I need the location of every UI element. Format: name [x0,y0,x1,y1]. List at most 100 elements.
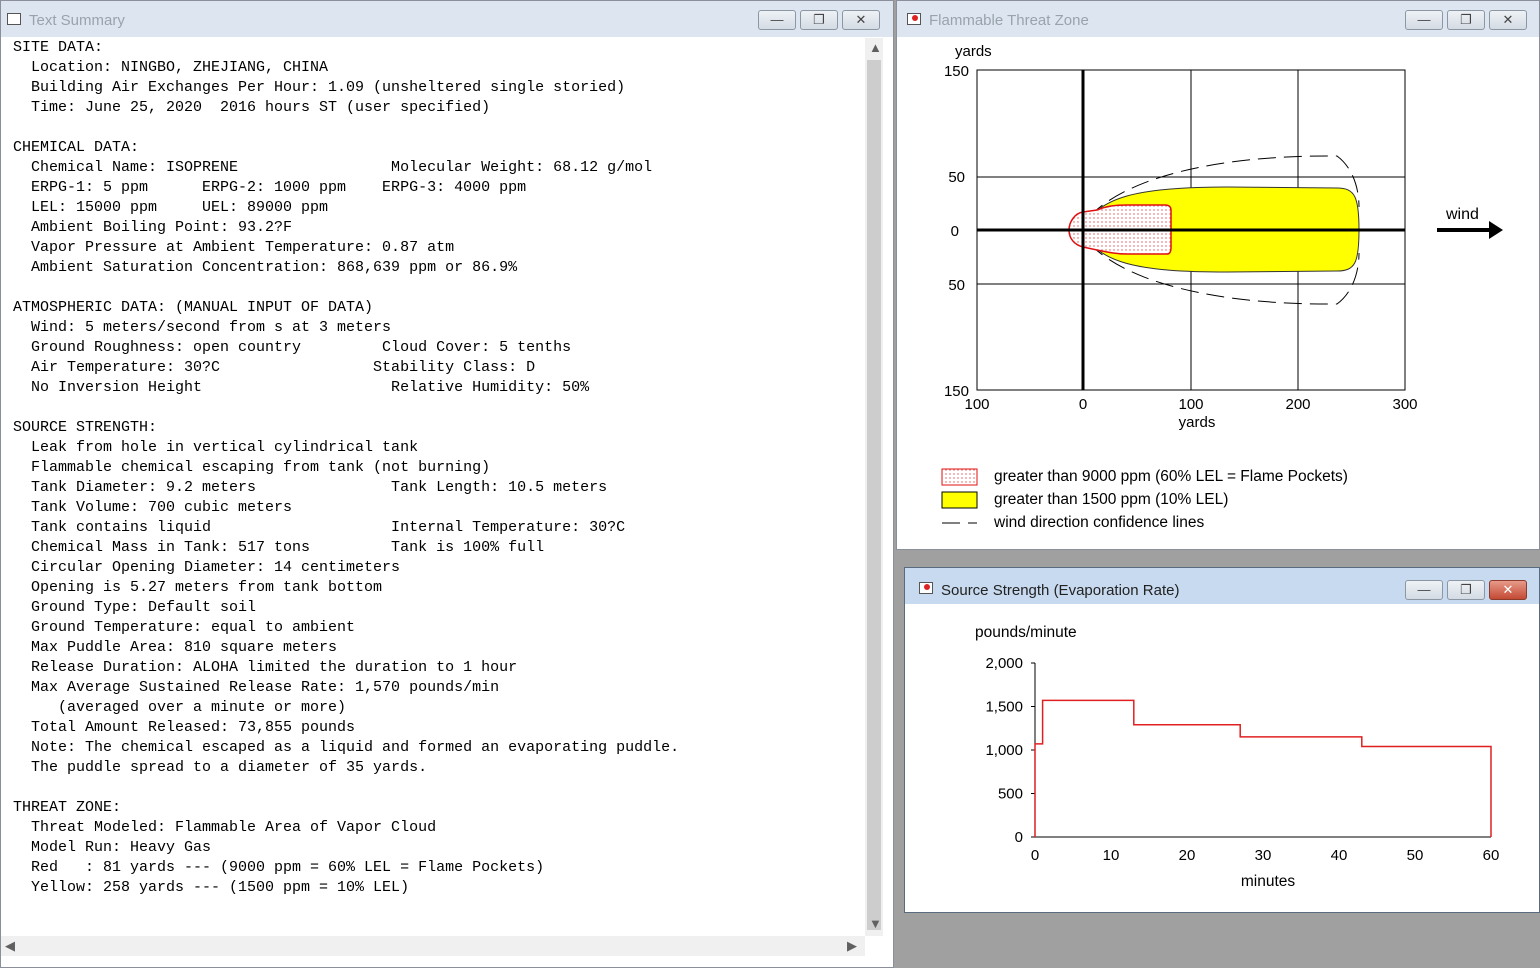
minimize-button[interactable]: — [1405,10,1443,30]
source-x-tick: 60 [1483,847,1500,864]
summary-line: Chemical Mass in Tank: 517 tons Tank is … [13,539,545,556]
summary-line: Ground Roughness: open country Cloud Cov… [13,339,572,356]
scroll-right-arrow-icon[interactable]: ▶ [847,938,857,954]
text-summary-window: Text Summary — ❐ ✕ SITE DATA: Location: … [0,0,894,968]
summary-text: SITE DATA: Location: NINGBO, ZHEJIANG, C… [13,38,679,898]
scroll-thumb[interactable] [867,60,881,930]
threat-zone-app-icon [907,13,921,25]
threat-x-ticks: 100 0 100 200 300 [964,396,1417,413]
legend-dash-label: wind direction confidence lines [993,514,1204,531]
wind-arrow-icon [1437,221,1503,239]
summary-line: Ambient Boiling Point: 93.2?F [13,219,293,236]
summary-line: LEL: 15000 ppm UEL: 89000 ppm [13,199,329,216]
legend-yellow-label: greater than 1500 ppm (10% LEL) [994,491,1228,508]
source-strength-plot: pounds/minute 2,000 1,500 1,000 500 0 0 10 20 3… [975,624,1500,890]
wind-label: wind [1445,206,1479,223]
text-summary-titlebar[interactable]: Text Summary — ❐ ✕ [1,1,893,37]
legend-red-swatch [941,468,978,486]
summary-line: Tank Volume: 700 cubic meters [13,499,293,516]
threat-y-ticks: 150 50 0 50 150 [944,63,969,400]
summary-line: Circular Opening Diameter: 14 centimeter… [13,559,401,576]
minimize-button[interactable]: — [758,10,796,30]
summary-line: Note: The chemical escaped as a liquid a… [13,739,680,756]
summary-line: Leak from hole in vertical cylindrical t… [13,439,419,456]
source-x-tick: 50 [1407,847,1424,864]
summary-line [13,778,679,798]
summary-line: Ground Temperature: equal to ambient [13,619,356,636]
source-x-tick: 20 [1179,847,1196,864]
source-x-tick: 30 [1255,847,1272,864]
summary-line: Air Temperature: 30?C Stability Class: D [13,359,536,376]
summary-line: Max Puddle Area: 810 square meters [13,639,338,656]
source-x-tick: 10 [1103,847,1120,864]
threat-y-unit: yards [955,43,992,60]
summary-line: Ground Type: Default soil [13,599,257,616]
threat-x-tick: 200 [1285,396,1310,413]
release-rate-series-line [1034,699,1492,837]
threat-x-unit: yards [1179,414,1216,431]
summary-line: ERPG-1: 5 ppm ERPG-2: 1000 ppm ERPG-3: 4… [13,179,527,196]
threat-y-tick: 50 [948,169,965,186]
source-y-tick: 1,000 [985,742,1023,759]
summary-line [13,278,679,298]
summary-line: The puddle spread to a diameter of 35 ya… [13,759,428,776]
summary-line: Ambient Saturation Concentration: 868,63… [13,259,518,276]
summary-line: Total Amount Released: 73,855 pounds [13,719,356,736]
source-strength-app-icon [919,582,933,594]
summary-line: Flammable chemical escaping from tank (n… [13,459,491,476]
threat-zone-title: Flammable Threat Zone [929,12,1089,29]
maximize-button[interactable]: ❐ [800,10,838,30]
threat-zone-window: Flammable Threat Zone — ❐ ✕ yards 150 50… [896,0,1540,550]
summary-line: Model Run: Heavy Gas [13,839,212,856]
maximize-button[interactable]: ❐ [1447,580,1485,600]
threat-y-tick: 0 [951,223,959,240]
summary-line: Yellow: 258 yards --- (1500 ppm = 10% LE… [13,879,410,896]
source-y-tick: 2,000 [985,655,1023,672]
source-y-ticks: 2,000 1,500 1,000 500 0 [985,655,1035,846]
summary-line: Red : 81 yards --- (9000 ppm = 60% LEL =… [13,859,545,876]
source-x-ticks: 0 10 20 30 40 50 60 [1031,847,1500,864]
summary-line: Opening is 5.27 meters from tank bottom [13,579,383,596]
threat-zone-titlebar[interactable]: Flammable Threat Zone — ❐ ✕ [897,1,1539,37]
legend-yellow-swatch [941,491,978,509]
summary-line: Release Duration: ALOHA limited the dura… [13,659,518,676]
maximize-button[interactable]: ❐ [1447,10,1485,30]
threat-y-tick: 50 [948,277,965,294]
source-y-tick: 500 [998,786,1023,803]
source-strength-window: Source Strength (Evaporation Rate) — ❐ ✕… [904,567,1540,913]
source-x-tick: 40 [1331,847,1348,864]
summary-line: Time: June 25, 2020 2016 hours ST (user … [13,99,491,116]
minimize-button[interactable]: — [1405,580,1443,600]
summary-line: Threat Modeled: Flammable Area of Vapor … [13,819,437,836]
summary-line: SOURCE STRENGTH: [13,419,158,436]
threat-x-tick: 100 [1178,396,1203,413]
source-ylabel: pounds/minute [975,624,1077,641]
summary-line: (averaged over a minute or more) [13,699,347,716]
threat-zone-plot: yards 150 50 0 50 150 100 0 100 200 300 … [941,43,1503,531]
scroll-up-arrow-icon[interactable]: ▲ [869,40,882,55]
vertical-scrollbar[interactable]: ▲ ▼ [865,38,883,936]
text-summary-app-icon [7,13,21,25]
scroll-down-arrow-icon[interactable]: ▼ [869,916,882,931]
close-button[interactable]: ✕ [1489,580,1527,600]
source-strength-title: Source Strength (Evaporation Rate) [941,582,1180,599]
summary-line: Wind: 5 meters/second from s at 3 meters [13,319,392,336]
close-button[interactable]: ✕ [842,10,880,30]
source-strength-titlebar[interactable]: Source Strength (Evaporation Rate) — ❐ ✕ [905,568,1539,604]
summary-line [13,118,679,138]
scroll-left-arrow-icon[interactable]: ◀ [5,938,15,954]
summary-line: ATMOSPHERIC DATA: (MANUAL INPUT OF DATA) [13,299,374,316]
summary-line: No Inversion Height Relative Humidity: 5… [13,379,590,396]
threat-x-tick: 100 [964,396,989,413]
threat-y-tick: 150 [944,63,969,80]
close-button[interactable]: ✕ [1489,10,1527,30]
summary-line: THREAT ZONE: [13,799,122,816]
summary-line [13,398,679,418]
summary-line: Vapor Pressure at Ambient Temperature: 0… [13,239,455,256]
horizontal-scrollbar[interactable]: ◀ ▶ [1,936,865,956]
summary-line: Tank contains liquid Internal Temperatur… [13,519,626,536]
summary-line: CHEMICAL DATA: [13,139,140,156]
summary-line: Max Average Sustained Release Rate: 1,57… [13,679,500,696]
threat-x-tick: 300 [1392,396,1417,413]
summary-line: Chemical Name: ISOPRENE Molecular Weight… [13,159,653,176]
